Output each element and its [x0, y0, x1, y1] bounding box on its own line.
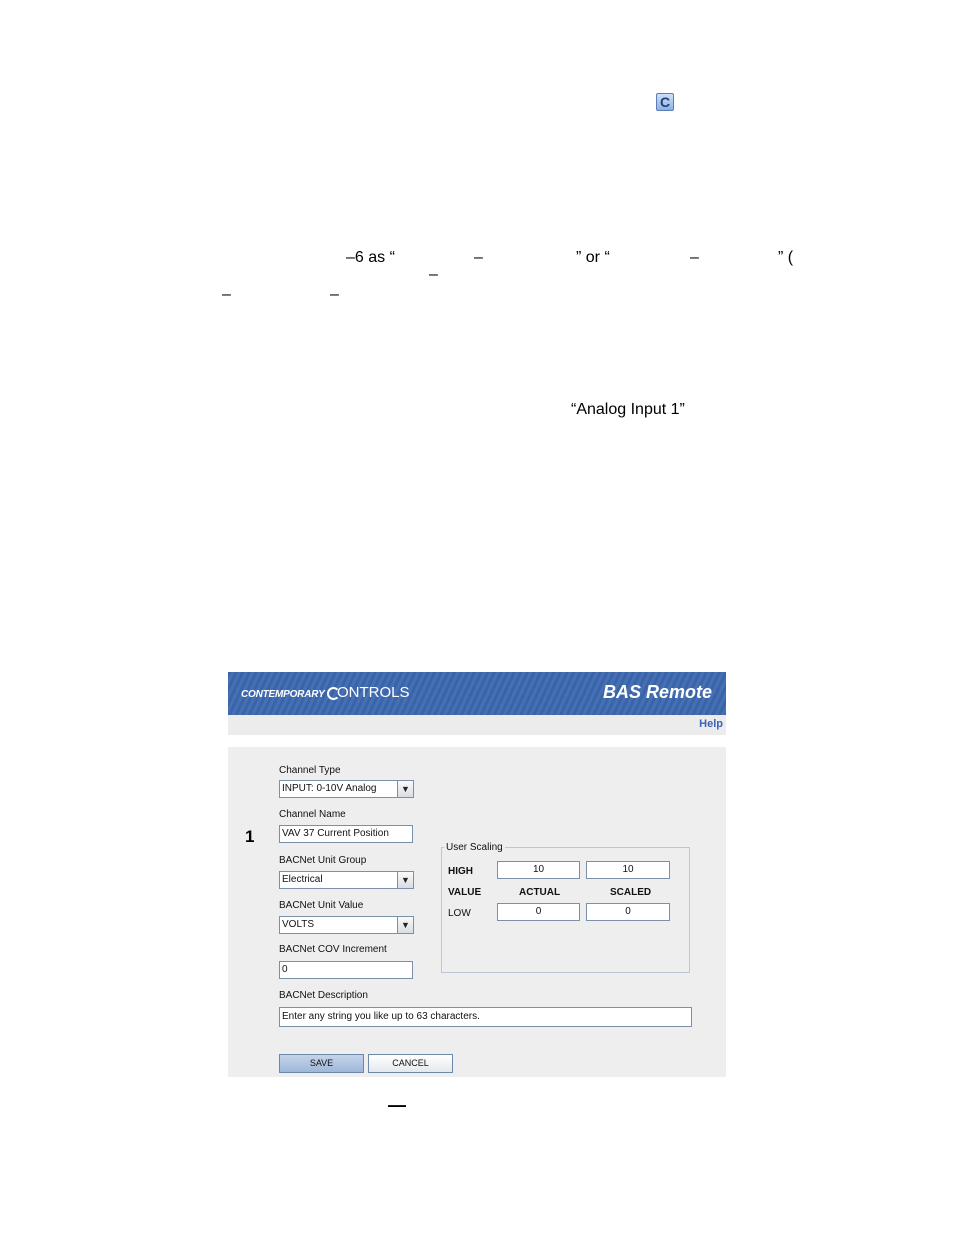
- bas-remote-screenshot: CONTEMPORARY ONTROLS BAS Remote Help 1 C…: [228, 672, 726, 1077]
- help-link[interactable]: Help: [699, 718, 723, 730]
- chevron-down-icon[interactable]: ▼: [397, 872, 413, 888]
- low-actual-input[interactable]: 0: [497, 903, 580, 921]
- doc-text-fragment: –6 as “: [346, 249, 395, 266]
- unit-value-value: VOLTS: [282, 919, 315, 930]
- unit-value-label: BACNet Unit Value: [279, 900, 364, 911]
- unit-group-select[interactable]: Electrical ▼: [279, 871, 414, 889]
- unit-value-select[interactable]: VOLTS ▼: [279, 916, 414, 934]
- brand-prefix: CONTEMPORARY: [241, 689, 325, 700]
- description-label: BACNet Description: [279, 990, 368, 1001]
- chevron-down-icon[interactable]: ▼: [397, 917, 413, 933]
- doc-text-fragment: ” (: [778, 249, 794, 266]
- user-scaling-legend: User Scaling: [444, 842, 505, 853]
- cov-increment-input[interactable]: 0: [279, 961, 413, 979]
- doc-text-fragment: –: [474, 249, 483, 266]
- channel-number: 1: [245, 827, 255, 846]
- doc-text-fragment: –: [222, 286, 231, 303]
- channel-name-input[interactable]: VAV 37 Current Position: [279, 825, 413, 843]
- channel-type-select[interactable]: INPUT: 0-10V Analog ▼: [279, 780, 414, 798]
- save-button[interactable]: SAVE: [279, 1054, 364, 1073]
- brand-logo: CONTEMPORARY ONTROLS: [241, 684, 409, 701]
- c-logo-icon: C: [656, 93, 674, 111]
- doc-text-fragment: –: [429, 266, 438, 283]
- unit-group-value: Electrical: [282, 874, 323, 885]
- low-scaled-input[interactable]: 0: [586, 903, 670, 921]
- unit-group-label: BACNet Unit Group: [279, 855, 367, 866]
- channel-config-panel: 1 Channel Type INPUT: 0-10V Analog ▼ Cha…: [228, 747, 726, 1077]
- cov-increment-label: BACNet COV Increment: [279, 944, 387, 955]
- high-label: HIGH: [448, 866, 473, 877]
- high-actual-input[interactable]: 10: [497, 861, 580, 879]
- sub-toolbar: Help: [228, 715, 726, 735]
- scaled-header: SCALED: [610, 887, 652, 898]
- cancel-button[interactable]: CANCEL: [368, 1054, 453, 1073]
- doc-text-fragment: –: [330, 286, 339, 303]
- value-label: VALUE: [448, 887, 482, 898]
- channel-name-label: Channel Name: [279, 809, 346, 820]
- actual-header: ACTUAL: [519, 887, 561, 898]
- high-scaled-input[interactable]: 10: [586, 861, 670, 879]
- doc-quote: “Analog Input 1”: [571, 401, 685, 418]
- doc-text-fragment: –: [690, 249, 699, 266]
- brand-suffix: ONTROLS: [336, 684, 410, 701]
- description-input[interactable]: Enter any string you like up to 63 chara…: [279, 1007, 692, 1027]
- channel-type-label: Channel Type: [279, 765, 341, 776]
- channel-type-value: INPUT: 0-10V Analog: [282, 783, 377, 794]
- product-title: BAS Remote: [602, 682, 712, 702]
- chevron-down-icon[interactable]: ▼: [397, 781, 413, 797]
- caption-dash: —: [388, 1095, 406, 1115]
- doc-text-fragment: ” or “: [576, 249, 610, 266]
- header-banner: CONTEMPORARY ONTROLS BAS Remote: [228, 672, 726, 715]
- low-label: LOW: [448, 908, 471, 919]
